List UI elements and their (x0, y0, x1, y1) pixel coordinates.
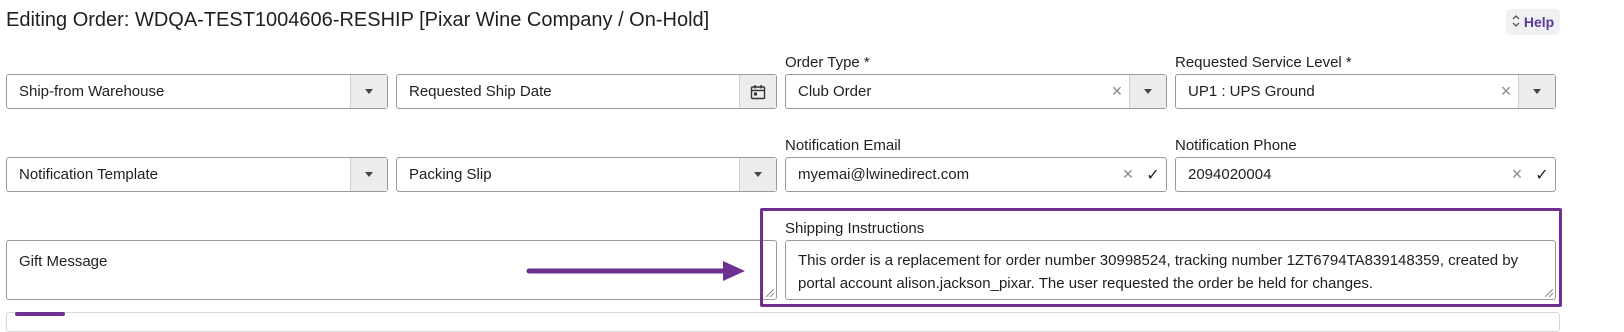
order-type-select[interactable]: Club Order × (785, 74, 1167, 109)
requested-service-level-select[interactable]: UP1 : UPS Ground × (1175, 74, 1556, 109)
notification-template-select[interactable]: Notification Template (6, 157, 388, 192)
check-icon: ✓ (1146, 166, 1160, 184)
clear-icon[interactable]: × (1105, 81, 1129, 102)
ship-from-warehouse-select[interactable]: Ship-from Warehouse (6, 74, 388, 109)
caret-down-icon (365, 89, 373, 94)
notification-email-value: myemai@lwinedirect.com (798, 166, 970, 183)
caret-down-icon (1533, 89, 1541, 94)
calendar-icon (750, 84, 766, 99)
annotation-arrow-icon (526, 261, 745, 281)
next-section-edge (6, 312, 1560, 332)
notification-email-input[interactable]: myemai@lwinedirect.com × ✓ (785, 157, 1167, 192)
calendar-button[interactable] (739, 75, 776, 108)
order-type-value: Club Order (798, 83, 872, 100)
clear-icon[interactable]: × (1116, 164, 1140, 185)
requested-ship-date-input[interactable]: Requested Ship Date (396, 74, 777, 109)
notification-email-label: Notification Email (785, 137, 901, 154)
notification-template-value: Notification Template (19, 166, 158, 183)
dropdown-toggle[interactable] (350, 158, 387, 191)
requested-service-level-label: Requested Service Level * (1175, 54, 1352, 71)
expand-collapse-icon (1512, 14, 1520, 30)
dropdown-toggle[interactable] (739, 158, 776, 191)
page-title: Editing Order: WDQA-TEST1004606-RESHIP [… (6, 9, 710, 31)
clear-icon[interactable]: × (1505, 164, 1529, 185)
dropdown-toggle[interactable] (1518, 75, 1555, 108)
caret-down-icon (1144, 89, 1152, 94)
gift-message-placeholder: Gift Message (19, 253, 108, 270)
check-icon: ✓ (1535, 166, 1549, 184)
packing-slip-select[interactable]: Packing Slip (396, 157, 777, 192)
clear-icon[interactable]: × (1494, 81, 1518, 102)
dropdown-toggle[interactable] (1129, 75, 1166, 108)
order-type-label: Order Type * (785, 54, 870, 71)
help-button[interactable]: Help (1506, 9, 1560, 35)
service-level-value: UP1 : UPS Ground (1188, 83, 1315, 100)
section-tab-indicator (15, 312, 65, 316)
caret-down-icon (365, 172, 373, 177)
packing-slip-value: Packing Slip (409, 166, 492, 183)
notification-phone-label: Notification Phone (1175, 137, 1297, 154)
dropdown-toggle[interactable] (350, 75, 387, 108)
help-label: Help (1523, 14, 1555, 30)
annotation-highlight-box (760, 208, 1562, 307)
requested-ship-date-value: Requested Ship Date (409, 83, 552, 100)
notification-phone-input[interactable]: 2094020004 × ✓ (1175, 157, 1556, 192)
notification-phone-value: 2094020004 (1188, 166, 1272, 183)
ship-from-warehouse-value: Ship-from Warehouse (19, 83, 165, 100)
caret-down-icon (754, 172, 762, 177)
